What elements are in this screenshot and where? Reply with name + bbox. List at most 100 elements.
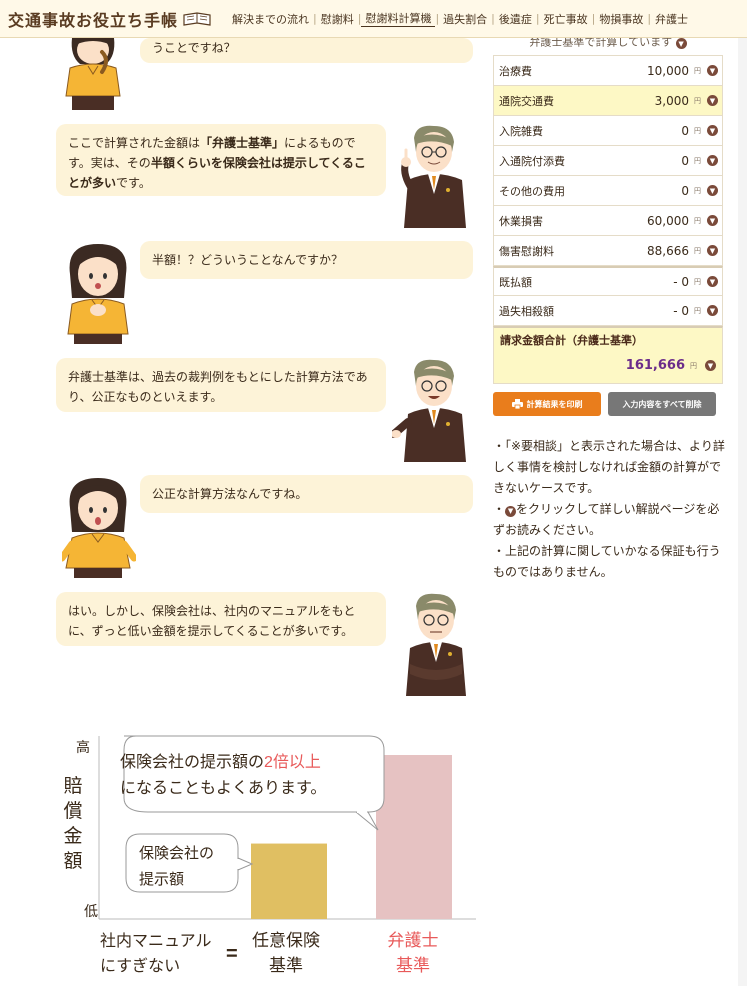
info-icon[interactable]: ▼ [675, 38, 687, 49]
message-text: うことですね？ [152, 41, 236, 55]
callout-bubble-large [123, 735, 385, 813]
equals-sign: = [226, 943, 238, 965]
y-bottom-label: 低 [84, 903, 98, 919]
info-icon[interactable]: ▼ [707, 305, 718, 316]
callout-small-line2: 提示額 [139, 871, 184, 888]
row-label: 休業損害 [499, 214, 543, 228]
result-row: その他の費用 0 円 ▼ [493, 176, 723, 206]
calculator-result-panel: 弁護士基準で計算しています ▼ 治療費 10,000 円 ▼ 通院交通費 3,0… [493, 38, 725, 583]
row-label: その他の費用 [499, 184, 565, 198]
printer-icon [511, 399, 523, 409]
row-unit: 円 [694, 66, 701, 75]
woman-avatar [65, 38, 121, 110]
info-icon[interactable]: ▼ [707, 276, 718, 287]
row-value: 60,000 [647, 213, 689, 228]
x-tick-label: 基準 [269, 956, 303, 975]
total-value: 161,666 [625, 358, 685, 373]
clear-all-button[interactable]: 入力内容をすべて削除 [608, 392, 716, 416]
nav-item-calculator[interactable]: 慰謝料計算機 [361, 10, 436, 27]
message-text: です。 [116, 176, 151, 190]
print-results-button[interactable]: 計算結果を印刷 [493, 392, 601, 416]
site-logo[interactable]: 交通事故お役立ち手帳 [0, 0, 212, 38]
clear-button-label: 入力内容をすべて削除 [622, 399, 702, 409]
row-value: 0 [681, 153, 689, 168]
row-unit: 円 [694, 306, 701, 315]
info-icon[interactable]: ▼ [707, 125, 718, 136]
row-value: 10,000 [647, 63, 689, 78]
result-row: 入通院付添費 0 円 ▼ [493, 146, 723, 176]
total-box: 請求金額合計（弁護士基準） 161,666 円 ▼ [493, 326, 723, 384]
bar-1 [251, 843, 327, 919]
row-label: 通院交通費 [499, 94, 554, 108]
callout-tail-large [354, 811, 379, 831]
chat-bubble-woman: 公正な計算方法なんですね。 [140, 475, 473, 513]
info-icon: ▼ [505, 506, 517, 517]
note-item: ・ ▼ をクリックして詳しい解説ページを必ずお読みください。 [493, 499, 725, 541]
result-row: 治療費 10,000 円 ▼ [493, 56, 723, 86]
nav-item-property[interactable]: 物損事故 [595, 11, 647, 27]
message-text: はい。しかし、保険会社は、社内のマニュアルをもとに、ずっと低い金額を提示してくる… [68, 604, 356, 638]
info-icon[interactable]: ▼ [705, 360, 716, 371]
result-row: 入院雑費 0 円 ▼ [493, 116, 723, 146]
row-value: - 0 [673, 303, 689, 318]
result-row: 過失相殺額 - 0 円 ▼ [493, 296, 723, 326]
info-icon[interactable]: ▼ [707, 215, 718, 226]
chat-bubble-lawyer: はい。しかし、保険会社は、社内のマニュアルをもとに、ずっと低い金額を提示してくる… [56, 592, 386, 646]
notes-list: ・「※要相談」と表示された場合は、より詳しく事情を検討しなければ金額の計算ができ… [493, 436, 725, 583]
row-label: 傷害慰謝料 [499, 244, 554, 258]
vertical-scrollbar[interactable] [738, 38, 747, 986]
basis-note-text: 弁護士基準で計算しています [529, 38, 673, 49]
woman-avatar [62, 478, 136, 578]
y-axis-title-char: 償 [63, 800, 82, 822]
info-icon[interactable]: ▼ [707, 65, 718, 76]
bar-2 [376, 755, 452, 919]
info-icon[interactable]: ▼ [707, 245, 718, 256]
callout-tail-small [237, 857, 254, 871]
woman-avatar [67, 244, 129, 344]
row-label: 過失相殺額 [499, 304, 554, 318]
callout-large-line2: になることもよくあります。 [120, 779, 326, 797]
row-value: 0 [681, 183, 689, 198]
lawyer-avatar [392, 359, 466, 462]
nav-item-fatal[interactable]: 死亡事故 [540, 11, 592, 27]
y-axis-title-char: 賠 [63, 775, 82, 797]
chat-bubble-lawyer: 弁護士基準は、過去の裁判例をもとにした計算方法であり、公正なものといえます。 [56, 358, 386, 412]
callout-emphasis: 2倍以上 [264, 753, 321, 771]
y-axis-title: 賠償金額 [63, 775, 82, 872]
callout-small-line1: 保険会社の [139, 845, 214, 862]
nav-item-aftereffects[interactable]: 後遺症 [495, 11, 536, 27]
chat-bubble-woman: 半額！？どういうことなんですか？ [140, 241, 473, 279]
row-value: - 0 [673, 274, 689, 289]
message-text: 公正な計算方法なんですね。 [152, 487, 308, 501]
nav-item-lawyer[interactable]: 弁護士 [651, 11, 692, 27]
callout-large-line1: 保険会社の提示額の2倍以上 [120, 753, 321, 771]
row-unit: 円 [694, 216, 701, 225]
row-unit: 円 [694, 277, 701, 286]
info-icon[interactable]: ▼ [707, 95, 718, 106]
compensation-chart: 高 低 賠償金額 保険会社の提示額の2倍以上 になることもよくあります。 保険会… [63, 735, 476, 975]
note-item: ・上記の計算に関していかなる保証も行うものではありません。 [493, 544, 721, 579]
row-label: 入院雑費 [499, 124, 543, 138]
nav-item-flow[interactable]: 解決までの流れ [228, 11, 313, 27]
info-icon[interactable]: ▼ [707, 155, 718, 166]
row-unit: 円 [694, 156, 701, 165]
site-header: 交通事故お役立ち手帳 解決までの流れ | 慰謝料 | 慰謝料計算機 | 過失割合… [0, 0, 747, 38]
x-note-line2: にすぎない [100, 957, 180, 975]
y-axis-title-char: 額 [63, 850, 82, 872]
y-axis-title-char: 金 [63, 825, 82, 847]
nav-item-fault-ratio[interactable]: 過失割合 [439, 11, 491, 27]
row-label: 既払額 [499, 275, 532, 289]
nav-item-consolation[interactable]: 慰謝料 [317, 11, 358, 27]
row-unit: 円 [694, 186, 701, 195]
message-text: 弁護士基準は、過去の裁判例をもとにした計算方法であり、公正なものといえます。 [68, 370, 368, 404]
row-label: 治療費 [499, 64, 532, 78]
info-icon[interactable]: ▼ [707, 185, 718, 196]
book-icon [183, 11, 211, 26]
x-tick-label: 任意保険 [252, 931, 320, 950]
total-label: 請求金額合計（弁護士基準） [500, 334, 643, 347]
row-value: 3,000 [654, 93, 689, 108]
row-label: 入通院付添費 [499, 154, 565, 168]
row-value: 88,666 [647, 243, 689, 258]
total-unit: 円 [690, 361, 697, 370]
x-tick-label: 基準 [396, 956, 430, 975]
